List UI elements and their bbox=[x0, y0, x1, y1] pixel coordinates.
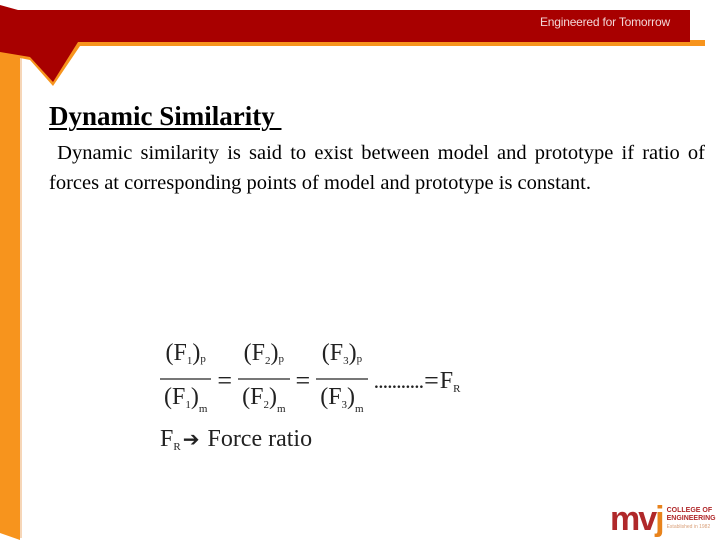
equals-sign: = bbox=[424, 366, 439, 395]
logo-text: COLLEGE OF ENGINEERING Established in 19… bbox=[666, 507, 716, 530]
slide-body-text: Dynamic similarity is said to exist betw… bbox=[49, 142, 711, 194]
fraction-2-numerator: (F2)p bbox=[243, 340, 284, 367]
fraction-1: (F1)p (F1)m bbox=[160, 338, 212, 424]
fraction-3-denominator: (F3)m bbox=[320, 384, 364, 415]
force-ratio-definition: FR ➔ Force ratio bbox=[160, 426, 312, 453]
ellipsis-dots: ........... bbox=[373, 368, 424, 393]
equals-sign: = bbox=[217, 366, 233, 395]
fraction-2: (F2)p (F2)m bbox=[238, 338, 290, 424]
fraction-bar bbox=[316, 378, 368, 380]
left-accent-bar bbox=[0, 46, 20, 540]
equals-sign: = bbox=[295, 366, 311, 395]
fraction-2-denominator: (F2)m bbox=[242, 384, 286, 415]
fraction-1-denominator: (F1)m bbox=[164, 384, 208, 415]
band-underline bbox=[18, 40, 705, 86]
logo-mark: mvj bbox=[610, 500, 665, 538]
force-ratio-symbol: FR bbox=[439, 367, 461, 395]
header-tagline: Engineered for Tomorrow bbox=[540, 15, 670, 29]
slide-title: Dynamic Similarity bbox=[49, 101, 282, 131]
slide-frame-decoration bbox=[0, 5, 705, 540]
college-logo: mvj COLLEGE OF ENGINEERING Established i… bbox=[610, 500, 716, 538]
definition-text: Force ratio bbox=[201, 426, 313, 452]
fraction-3-numerator: (F3)p bbox=[321, 340, 363, 367]
force-ratio-equation: (F1)p (F1)m = (F2)p (F2)m = (F3)p (F3)m … bbox=[160, 338, 460, 424]
fraction-bar bbox=[160, 378, 212, 380]
arrow-right-icon: ➔ bbox=[182, 427, 200, 451]
fraction-3: (F3)p (F3)m bbox=[316, 338, 368, 424]
fraction-bar bbox=[238, 378, 290, 380]
fraction-1-numerator: (F1)p bbox=[165, 340, 206, 367]
definition-symbol: FR bbox=[160, 426, 181, 453]
